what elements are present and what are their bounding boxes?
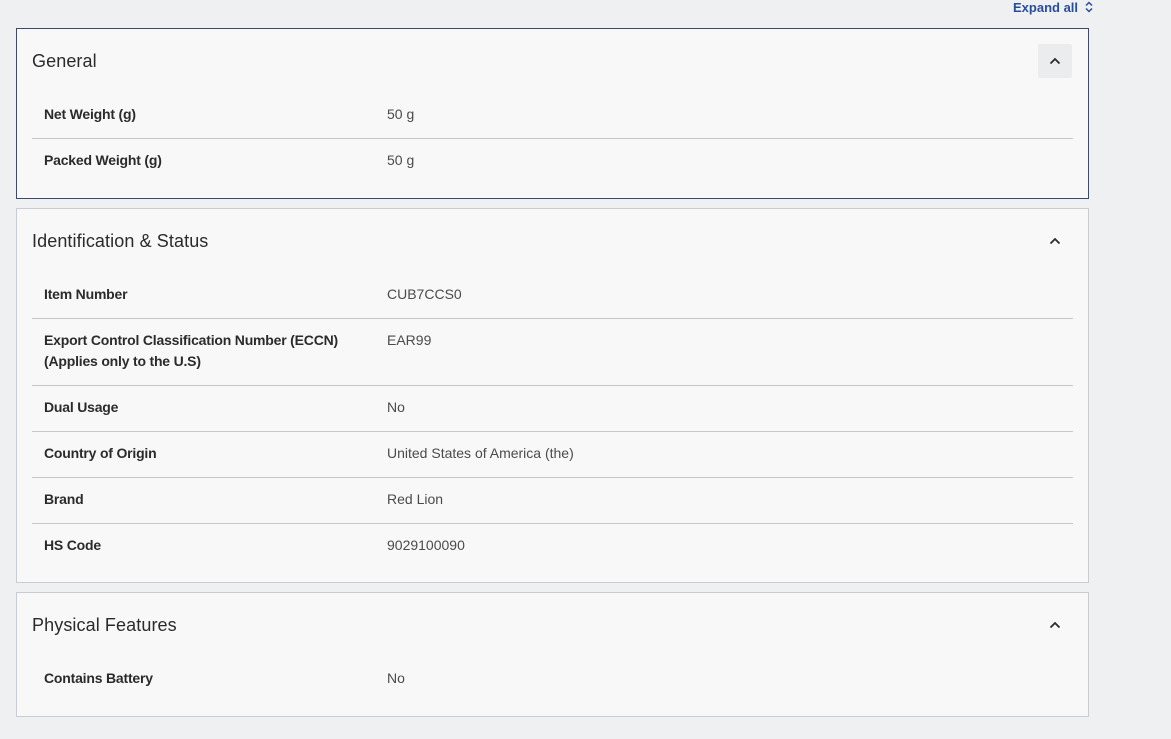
attribute-row-contains-battery: Contains Battery No [32,657,1073,703]
attribute-label: Export Control Classification Number (EC… [44,332,338,369]
attribute-label: Packed Weight (g) [44,152,162,168]
attribute-label: Net Weight (g) [44,106,136,122]
section-physical-features: Physical Features Contains Battery No [16,592,1089,717]
section-title: Identification & Status [32,230,209,251]
section-identification-status: Identification & Status Item Number CUB7… [16,208,1089,583]
expand-all-button[interactable]: Expand all [1013,0,1094,15]
chevron-up-icon [1049,52,1061,70]
attribute-row-brand: Brand Red Lion [32,478,1073,524]
attribute-label: Item Number [44,286,128,302]
chevron-up-down-icon [1084,0,1094,14]
attribute-value: United States of America (the) [387,445,574,461]
attribute-value: EAR99 [387,332,432,348]
section-title: Physical Features [32,614,177,635]
collapse-button[interactable] [1038,608,1072,642]
attribute-label: Brand [44,491,84,507]
chevron-up-icon [1049,232,1061,250]
attribute-row-packed-weight: Packed Weight (g) 50 g [32,139,1073,185]
attribute-list: Contains Battery No [17,657,1088,703]
attribute-value: CUB7CCS0 [387,286,462,302]
attribute-value: Red Lion [387,491,444,507]
section-header-physical-features[interactable]: Physical Features [17,593,1088,657]
attribute-value: No [387,399,405,415]
attribute-value: 50 g [387,152,415,168]
attribute-row-net-weight: Net Weight (g) 50 g [32,93,1073,139]
section-general: General Net Weight (g) 50 g Packed Weigh… [16,28,1089,199]
attribute-row-dual-usage: Dual Usage No [32,386,1073,432]
attribute-list: Net Weight (g) 50 g Packed Weight (g) 50… [17,93,1088,185]
collapse-button[interactable] [1038,224,1072,258]
attribute-label: HS Code [44,537,101,553]
attribute-row-hs-code: HS Code 9029100090 [32,524,1073,570]
chevron-up-icon [1049,616,1061,634]
collapse-button[interactable] [1038,44,1072,78]
section-header-general[interactable]: General [17,29,1088,93]
attribute-value: 50 g [387,106,415,122]
attribute-label: Contains Battery [44,670,153,686]
attribute-list: Item Number CUB7CCS0 Export Control Clas… [17,273,1088,570]
attribute-row-item-number: Item Number CUB7CCS0 [32,273,1073,319]
attribute-label: Country of Origin [44,445,157,461]
attribute-value: 9029100090 [387,537,465,553]
attribute-value: No [387,670,405,686]
section-title: General [32,50,97,71]
section-header-identification-status[interactable]: Identification & Status [17,209,1088,273]
expand-all-label: Expand all [1013,0,1079,15]
attribute-row-country-of-origin: Country of Origin United States of Ameri… [32,432,1073,478]
attribute-label: Dual Usage [44,399,119,415]
attribute-row-eccn: Export Control Classification Number (EC… [32,319,1073,386]
